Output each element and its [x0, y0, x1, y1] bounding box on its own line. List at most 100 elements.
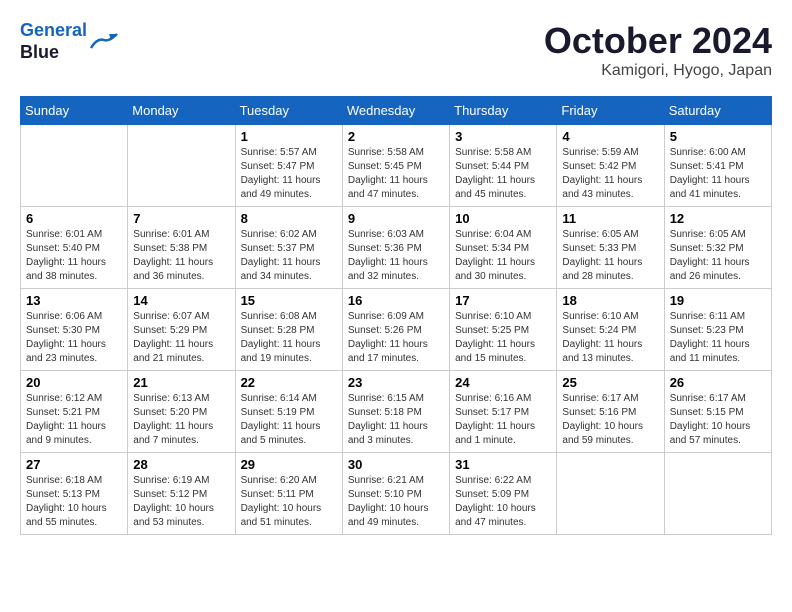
calendar-day-cell: 5 Sunrise: 6:00 AM Sunset: 5:41 PM Daylig…: [664, 125, 771, 207]
calendar-day-cell: 1 Sunrise: 5:57 AM Sunset: 5:47 PM Daylig…: [235, 125, 342, 207]
calendar-day-cell: [21, 125, 128, 207]
day-number: 9: [348, 211, 444, 226]
calendar-day-cell: 3 Sunrise: 5:58 AM Sunset: 5:44 PM Daylig…: [450, 125, 557, 207]
day-info: Sunrise: 6:19 AM Sunset: 5:12 PM Dayligh…: [133, 474, 229, 530]
title-area: October 2024 Kamigori, Hyogo, Japan: [544, 20, 772, 80]
day-info: Sunrise: 6:15 AM Sunset: 5:18 PM Dayligh…: [348, 392, 444, 448]
day-number: 10: [455, 211, 551, 226]
day-info: Sunrise: 6:11 AM Sunset: 5:23 PM Dayligh…: [670, 310, 766, 366]
day-info: Sunrise: 6:10 AM Sunset: 5:24 PM Dayligh…: [562, 310, 658, 366]
day-info: Sunrise: 6:14 AM Sunset: 5:19 PM Dayligh…: [241, 392, 337, 448]
day-number: 16: [348, 293, 444, 308]
calendar-day-cell: 6Sunrise: 6:01 AM Sunset: 5:40 PM Daylig…: [21, 207, 128, 289]
day-info: Sunrise: 6:03 AM Sunset: 5:36 PM Dayligh…: [348, 228, 444, 284]
calendar-day-cell: 20 Sunrise: 6:12 AM Sunset: 5:21 PM Dayli…: [21, 371, 128, 453]
day-info: Sunrise: 6:17 AM Sunset: 5:16 PM Dayligh…: [562, 392, 658, 448]
calendar-day-cell: [128, 125, 235, 207]
day-info: Sunrise: 6:10 AM Sunset: 5:25 PM Dayligh…: [455, 310, 551, 366]
calendar-day-cell: 9 Sunrise: 6:03 AM Sunset: 5:36 PM Daylig…: [342, 207, 449, 289]
day-info: Sunrise: 6:01 AM Sunset: 5:40 PM Dayligh…: [26, 228, 122, 284]
calendar-day-cell: 2 Sunrise: 5:58 AM Sunset: 5:45 PM Daylig…: [342, 125, 449, 207]
weekday-header: Friday: [557, 97, 664, 125]
calendar-day-cell: 7 Sunrise: 6:01 AM Sunset: 5:38 PM Daylig…: [128, 207, 235, 289]
day-info: Sunrise: 6:17 AM Sunset: 5:15 PM Dayligh…: [670, 392, 766, 448]
header: GeneralBlue October 2024 Kamigori, Hyogo…: [20, 20, 772, 80]
calendar-header-row: SundayMondayTuesdayWednesdayThursdayFrid…: [21, 97, 772, 125]
day-info: Sunrise: 6:02 AM Sunset: 5:37 PM Dayligh…: [241, 228, 337, 284]
calendar-day-cell: 13 Sunrise: 6:06 AM Sunset: 5:30 PM Dayli…: [21, 289, 128, 371]
calendar-day-cell: [664, 453, 771, 535]
day-number: 31: [455, 457, 551, 472]
day-info: Sunrise: 5:58 AM Sunset: 5:44 PM Dayligh…: [455, 146, 551, 202]
day-info: Sunrise: 6:06 AM Sunset: 5:30 PM Dayligh…: [26, 310, 122, 366]
day-number: 28: [133, 457, 229, 472]
calendar-day-cell: 21Sunrise: 6:13 AM Sunset: 5:20 PM Dayli…: [128, 371, 235, 453]
weekday-header: Monday: [128, 97, 235, 125]
calendar-week-row: 6Sunrise: 6:01 AM Sunset: 5:40 PM Daylig…: [21, 207, 772, 289]
weekday-header: Saturday: [664, 97, 771, 125]
day-number: 3: [455, 129, 551, 144]
calendar-day-cell: [557, 453, 664, 535]
calendar-table: SundayMondayTuesdayWednesdayThursdayFrid…: [20, 96, 772, 535]
day-number: 15: [241, 293, 337, 308]
logo-bird-icon: [89, 30, 119, 54]
logo-text: GeneralBlue: [20, 20, 87, 63]
day-info: Sunrise: 6:00 AM Sunset: 5:41 PM Dayligh…: [670, 146, 766, 202]
day-number: 23: [348, 375, 444, 390]
day-number: 4: [562, 129, 658, 144]
weekday-header: Tuesday: [235, 97, 342, 125]
day-info: Sunrise: 5:57 AM Sunset: 5:47 PM Dayligh…: [241, 146, 337, 202]
day-info: Sunrise: 6:18 AM Sunset: 5:13 PM Dayligh…: [26, 474, 122, 530]
weekday-header: Thursday: [450, 97, 557, 125]
day-number: 8: [241, 211, 337, 226]
day-number: 14: [133, 293, 229, 308]
weekday-header: Wednesday: [342, 97, 449, 125]
calendar-day-cell: 4 Sunrise: 5:59 AM Sunset: 5:42 PM Daylig…: [557, 125, 664, 207]
day-number: 7: [133, 211, 229, 226]
day-number: 1: [241, 129, 337, 144]
day-info: Sunrise: 6:08 AM Sunset: 5:28 PM Dayligh…: [241, 310, 337, 366]
day-number: 29: [241, 457, 337, 472]
calendar-day-cell: 18Sunrise: 6:10 AM Sunset: 5:24 PM Dayli…: [557, 289, 664, 371]
day-number: 27: [26, 457, 122, 472]
day-number: 13: [26, 293, 122, 308]
day-info: Sunrise: 6:13 AM Sunset: 5:20 PM Dayligh…: [133, 392, 229, 448]
day-info: Sunrise: 6:04 AM Sunset: 5:34 PM Dayligh…: [455, 228, 551, 284]
day-number: 20: [26, 375, 122, 390]
calendar-day-cell: 10 Sunrise: 6:04 AM Sunset: 5:34 PM Dayli…: [450, 207, 557, 289]
day-info: Sunrise: 6:01 AM Sunset: 5:38 PM Dayligh…: [133, 228, 229, 284]
calendar-day-cell: 29 Sunrise: 6:20 AM Sunset: 5:11 PM Dayli…: [235, 453, 342, 535]
day-info: Sunrise: 5:58 AM Sunset: 5:45 PM Dayligh…: [348, 146, 444, 202]
day-number: 30: [348, 457, 444, 472]
day-number: 5: [670, 129, 766, 144]
day-number: 11: [562, 211, 658, 226]
day-info: Sunrise: 6:21 AM Sunset: 5:10 PM Dayligh…: [348, 474, 444, 530]
calendar-day-cell: 14 Sunrise: 6:07 AM Sunset: 5:29 PM Dayli…: [128, 289, 235, 371]
day-info: Sunrise: 6:12 AM Sunset: 5:21 PM Dayligh…: [26, 392, 122, 448]
calendar-day-cell: 12Sunrise: 6:05 AM Sunset: 5:32 PM Dayli…: [664, 207, 771, 289]
calendar-day-cell: 8 Sunrise: 6:02 AM Sunset: 5:37 PM Daylig…: [235, 207, 342, 289]
day-info: Sunrise: 6:22 AM Sunset: 5:09 PM Dayligh…: [455, 474, 551, 530]
day-number: 26: [670, 375, 766, 390]
day-number: 25: [562, 375, 658, 390]
weekday-header: Sunday: [21, 97, 128, 125]
day-info: Sunrise: 6:05 AM Sunset: 5:33 PM Dayligh…: [562, 228, 658, 284]
day-info: Sunrise: 6:07 AM Sunset: 5:29 PM Dayligh…: [133, 310, 229, 366]
day-number: 2: [348, 129, 444, 144]
day-info: Sunrise: 6:05 AM Sunset: 5:32 PM Dayligh…: [670, 228, 766, 284]
calendar-day-cell: 25 Sunrise: 6:17 AM Sunset: 5:16 PM Dayli…: [557, 371, 664, 453]
calendar-week-row: 13 Sunrise: 6:06 AM Sunset: 5:30 PM Dayli…: [21, 289, 772, 371]
calendar-day-cell: 30 Sunrise: 6:21 AM Sunset: 5:10 PM Dayli…: [342, 453, 449, 535]
calendar-week-row: 20 Sunrise: 6:12 AM Sunset: 5:21 PM Dayli…: [21, 371, 772, 453]
day-info: Sunrise: 6:20 AM Sunset: 5:11 PM Dayligh…: [241, 474, 337, 530]
day-info: Sunrise: 6:16 AM Sunset: 5:17 PM Dayligh…: [455, 392, 551, 448]
calendar-week-row: 27 Sunrise: 6:18 AM Sunset: 5:13 PM Dayli…: [21, 453, 772, 535]
day-number: 24: [455, 375, 551, 390]
logo: GeneralBlue: [20, 20, 119, 63]
day-number: 19: [670, 293, 766, 308]
calendar-day-cell: 24 Sunrise: 6:16 AM Sunset: 5:17 PM Dayli…: [450, 371, 557, 453]
calendar-day-cell: 15 Sunrise: 6:08 AM Sunset: 5:28 PM Dayli…: [235, 289, 342, 371]
day-info: Sunrise: 5:59 AM Sunset: 5:42 PM Dayligh…: [562, 146, 658, 202]
calendar-day-cell: 23 Sunrise: 6:15 AM Sunset: 5:18 PM Dayli…: [342, 371, 449, 453]
calendar-day-cell: 26 Sunrise: 6:17 AM Sunset: 5:15 PM Dayli…: [664, 371, 771, 453]
